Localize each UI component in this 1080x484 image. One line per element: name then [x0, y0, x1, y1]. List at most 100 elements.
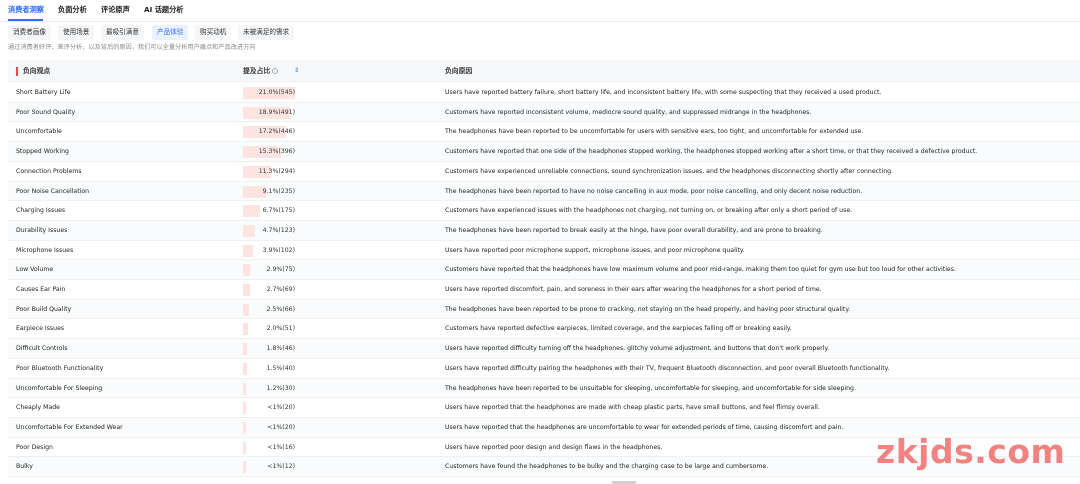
table-row[interactable]: Low Volume 2.9%(75) Customers have reporte…: [8, 260, 1080, 281]
share-bar: [243, 362, 247, 375]
top-tab-bar: 消费者洞察 负面分析 评论原声 AI 话题分析: [0, 0, 1080, 22]
negative-reason: The headphones have been reported to be …: [445, 305, 851, 313]
table-row[interactable]: Microphone Issues 3.9%(102) Users have rep…: [8, 241, 1080, 261]
header-share[interactable]: 提及占比: [243, 66, 279, 76]
subtab-product-experience[interactable]: 产品体验: [152, 25, 189, 40]
subtab-unmet-needs[interactable]: 未被满足的需求: [238, 25, 295, 40]
table-row[interactable]: Poor Bluetooth Functionality 1.5%(40) User…: [8, 359, 1080, 379]
share-cell: 21.0%(545): [243, 87, 295, 99]
header-marker: [16, 67, 18, 76]
share-bar: [243, 441, 246, 454]
share-value: 1.8%(46): [266, 345, 295, 353]
header-reason: 负向原因: [445, 67, 473, 75]
share-bar: [243, 284, 250, 296]
share-value: 11.3%(294): [258, 167, 295, 175]
share-cell: 9.1%(235): [243, 185, 295, 198]
negative-reason: Users have reported battery failure, sho…: [445, 89, 882, 96]
share-cell: 4.7%(123): [243, 224, 295, 237]
share-value: <1%(16): [267, 443, 295, 451]
share-bar: [243, 303, 250, 316]
info-icon[interactable]: [272, 68, 279, 74]
negative-point-name: Poor Sound Quality: [16, 108, 76, 116]
table-row[interactable]: Uncomfortable For Sleeping 1.2%(30) The he…: [8, 378, 1080, 399]
share-cell: 15.3%(396): [243, 146, 295, 159]
table-row[interactable]: Poor Sound Quality 18.9%(491) Customers ha…: [8, 102, 1080, 123]
negative-point-name: Uncomfortable: [16, 128, 62, 136]
table-row[interactable]: Connection Problems 11.3%(294) Customers h…: [8, 162, 1080, 182]
negative-point-name: Bulky: [16, 463, 33, 471]
tab-review-voices[interactable]: 评论原声: [101, 5, 130, 15]
negative-reason: Customers have reported defective earpie…: [445, 325, 792, 333]
sub-tab-bar: 消费者画像 使用场景 最吸引满意 产品体验 购买动机 未被满足的需求: [0, 25, 1080, 41]
share-value: 21.0%(545): [258, 89, 295, 96]
negative-reason: Users have reported difficulty turning o…: [445, 345, 830, 353]
subtab-consumer-profile[interactable]: 消费者画像: [8, 25, 51, 40]
share-cell: 1.5%(40): [243, 362, 295, 375]
negative-point-name: Durability Issues: [16, 226, 68, 234]
subtab-usage-scenarios[interactable]: 使用场景: [58, 25, 95, 40]
negative-reason: Users have reported discomfort, pain, an…: [445, 286, 822, 293]
table-row[interactable]: Cheaply Made <1%(20) Users have reported t…: [8, 398, 1080, 418]
share-bar: [243, 421, 246, 434]
negative-point-name: Poor Bluetooth Functionality: [16, 364, 104, 372]
subtab-purchase-motivation[interactable]: 购买动机: [195, 25, 232, 40]
share-cell: 17.2%(446): [243, 126, 295, 139]
tab-ai-topic-analysis[interactable]: AI 话题分析: [144, 5, 184, 15]
tab-consumer-insight[interactable]: 消费者洞察: [8, 5, 44, 15]
table-header: 负向观点 提及占比 ⇕ 负向原因: [8, 60, 1080, 82]
negative-reason: Users have reported poor microphone supp…: [445, 246, 745, 254]
table-row[interactable]: Uncomfortable 17.2%(446) The headphones ha…: [8, 122, 1080, 143]
share-cell: 2.5%(66): [243, 303, 295, 316]
share-bar: [243, 402, 246, 415]
tab-negative-analysis[interactable]: 负面分析: [58, 5, 87, 15]
share-value: 18.9%(491): [258, 108, 295, 116]
share-value: 4.7%(123): [262, 226, 295, 234]
table-row[interactable]: Charging Issues 6.7%(175) Customers have e…: [8, 201, 1080, 221]
sort-icon[interactable]: ⇕: [294, 66, 299, 76]
table-row[interactable]: Stopped Working 15.3%(396) Customers have …: [8, 142, 1080, 162]
share-value: 2.5%(66): [266, 305, 295, 313]
negative-point-name: Uncomfortable For Sleeping: [16, 384, 103, 392]
negative-reason: Users have reported that the headphones …: [445, 404, 820, 412]
negative-reason: Customers have experienced unreliable co…: [445, 167, 894, 175]
negative-point-name: Short Battery Life: [16, 89, 71, 96]
share-value: 17.2%(446): [258, 128, 295, 136]
share-cell: 2.0%(51): [243, 323, 295, 336]
table-row[interactable]: Poor Build Quality 2.5%(66) The headphones…: [8, 299, 1080, 320]
negative-point-name: Difficult Controls: [16, 345, 68, 353]
table-row[interactable]: Causes Ear Pain 2.7%(69) Users have report…: [8, 280, 1080, 300]
negative-point-name: Cheaply Made: [16, 404, 60, 412]
table-row[interactable]: Short Battery Life 21.0%(545) Users have r…: [8, 83, 1080, 103]
negative-point-name: Poor Build Quality: [16, 305, 72, 313]
share-value: <1%(20): [267, 423, 295, 431]
negative-point-name: Causes Ear Pain: [16, 286, 66, 293]
active-tab-indicator: [8, 19, 43, 21]
negative-reason: Customers have reported that one side of…: [445, 148, 978, 156]
share-bar: [243, 224, 255, 237]
share-cell: <1%(20): [243, 421, 295, 434]
table-row[interactable]: Earpiece Issues 2.0%(51) Customers have re…: [8, 319, 1080, 340]
negative-point-name: Earpiece Issues: [16, 325, 65, 333]
table-row[interactable]: Poor Noise Cancellation 9.1%(235) The head…: [8, 181, 1080, 202]
negative-reason: Users have reported poor design and desi…: [445, 443, 663, 451]
table-row[interactable]: Durability Issues 4.7%(123) The headphones…: [8, 220, 1080, 241]
table-row[interactable]: Difficult Controls 1.8%(46) Users have rep…: [8, 339, 1080, 359]
negative-reason: The headphones have been reported to be …: [445, 384, 856, 392]
share-value: 1.2%(30): [266, 384, 295, 392]
header-negative-point: 负向观点: [23, 67, 51, 75]
negative-point-name: Poor Design: [16, 443, 53, 451]
share-value: 15.3%(396): [258, 148, 295, 156]
negative-point-name: Microphone Issues: [16, 246, 74, 254]
share-cell: 2.7%(69): [243, 284, 295, 296]
negative-point-name: Uncomfortable For Extended Wear: [16, 423, 123, 431]
share-cell: 1.8%(46): [243, 343, 295, 356]
subtab-most-satisfying[interactable]: 最吸引满意: [101, 25, 144, 40]
share-cell: <1%(16): [243, 441, 295, 454]
share-cell: <1%(12): [243, 461, 295, 474]
watermark: zkjds.com: [876, 432, 1066, 471]
negative-reason: Users have reported that the headphones …: [445, 423, 844, 431]
negative-point-name: Charging Issues: [16, 207, 66, 215]
header-share-label: 提及占比: [243, 67, 271, 75]
share-cell: <1%(20): [243, 402, 295, 415]
negative-reason: Users have reported difficulty pairing t…: [445, 364, 890, 372]
